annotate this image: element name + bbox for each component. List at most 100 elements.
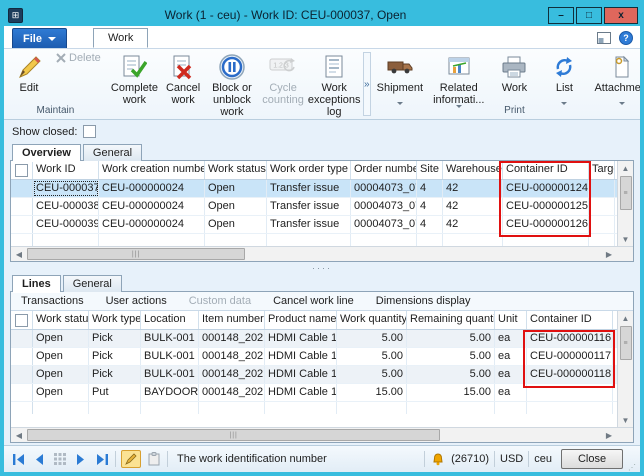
shipment-dropdown-icon[interactable] [397,102,403,116]
resize-grip[interactable]: ⋰ [628,463,636,472]
scroll-right-icon[interactable]: ▶ [601,428,617,442]
company-indicator[interactable]: ceu [534,453,552,465]
grid-cell[interactable]: 42 [443,198,503,215]
close-button[interactable]: Close [561,449,623,469]
alerts-bell-icon[interactable] [430,451,446,467]
table-row[interactable]: OpenPickBULK-001000148_202HDMI Cable 12'… [11,330,617,348]
grid-cell[interactable]: 5.00 [407,348,495,365]
scroll-down-icon[interactable]: ▼ [618,413,633,427]
tab-general-upper[interactable]: General [83,144,142,161]
table-row[interactable]: OpenPutBAYDOOR000148_202HDMI Cable 12'15… [11,384,617,402]
grid-cell[interactable]: HDMI Cable 12' [265,366,337,383]
table-row[interactable]: OpenPickBULK-001000148_202HDMI Cable 12'… [11,348,617,366]
close-window-button[interactable]: x [604,7,638,24]
alerts-count[interactable]: (26710) [451,453,489,465]
scroll-left-icon[interactable]: ◀ [11,247,27,261]
grid-cell[interactable]: CEU-000000126 [503,216,589,233]
column-header[interactable]: Container ID [503,161,589,179]
column-header[interactable]: Targe [589,161,615,179]
grid-cell[interactable]: 42 [443,180,503,197]
user-actions-button[interactable]: User actions [106,295,167,307]
grid-cell[interactable]: 00004073_078 [351,198,417,215]
grid-cell[interactable]: CEU-000000118 [527,366,613,383]
row-selector[interactable] [11,348,33,365]
column-header[interactable]: Work creation number [99,161,205,179]
pane-splitter[interactable]: ···· [10,262,634,273]
grid-cell[interactable]: 42 [443,216,503,233]
column-header[interactable]: Work type [89,311,141,329]
row-selector[interactable] [11,216,33,233]
tab-general-lower[interactable]: General [63,275,122,292]
scroll-down-icon[interactable]: ▼ [618,232,633,246]
work-exceptions-log-button[interactable]: Work exceptions log [308,50,360,120]
grid-cell[interactable]: CEU-000000024 [99,180,205,197]
table-row[interactable]: OpenPickBULK-001000148_202HDMI Cable 12'… [11,366,617,384]
help-icon[interactable]: ? [618,30,634,46]
table-row[interactable]: CEU-000037CEU-000000024OpenTransfer issu… [11,180,617,198]
attachments-button[interactable]: Attachme... [591,50,644,96]
grid-cell[interactable]: 15.00 [337,384,407,401]
select-all-checkbox[interactable] [11,311,33,329]
grid-cell[interactable]: ea [495,330,527,347]
print-work-button[interactable]: Work [491,50,537,96]
related-information-button[interactable]: Related informati... [430,50,487,108]
grid-cell[interactable]: 4 [417,216,443,233]
grid-cell[interactable]: BULK-001 [141,366,199,383]
grid-cell[interactable]: ea [495,384,527,401]
grid-cell[interactable]: Put [89,384,141,401]
lower-horizontal-scrollbar[interactable]: ◀ ||| ▶ [11,427,633,442]
grid-cell[interactable]: CEU-000000117 [527,348,613,365]
column-header[interactable]: Site [417,161,443,179]
upper-vertical-scrollbar[interactable]: ▲ ≡ ▼ [617,161,633,246]
grid-cell[interactable]: Open [33,330,89,347]
grid-cell[interactable]: 00004073_078 [351,180,417,197]
scrollbar-thumb[interactable]: ≡ [620,176,632,210]
layout-icon[interactable] [596,30,612,46]
tab-lines[interactable]: Lines [12,275,61,292]
scroll-up-icon[interactable]: ▲ [618,311,633,325]
grid-cell[interactable]: CEU-000000024 [99,198,205,215]
grid-cell[interactable]: Open [205,216,267,233]
scroll-right-icon[interactable]: ▶ [601,247,617,261]
grid-cell[interactable]: 000148_202 [199,366,265,383]
grid-cell[interactable]: Transfer issue [267,180,351,197]
column-header[interactable]: Work status [205,161,267,179]
grid-cell[interactable]: 000148_202 [199,330,265,347]
grid-cell[interactable]: Open [33,366,89,383]
next-record-icon[interactable] [73,451,89,467]
attachments-dropdown-icon[interactable] [619,102,625,116]
column-header[interactable]: Work ID [33,161,99,179]
cancel-work-button[interactable]: Cancel work [160,50,206,108]
grid-cell[interactable]: Pick [89,366,141,383]
grid-cell[interactable] [589,180,615,197]
row-selector[interactable] [11,330,33,347]
list-dropdown-icon[interactable] [561,102,567,116]
column-header[interactable]: Remaining quantity [407,311,495,329]
grid-cell[interactable]: Pick [89,330,141,347]
grid-cell[interactable]: ea [495,348,527,365]
column-header[interactable]: Work status [33,311,89,329]
ribbon-overflow-button[interactable]: » [363,52,371,116]
grid-cell[interactable]: 5.00 [407,366,495,383]
tab-work[interactable]: Work [93,28,148,48]
table-row[interactable]: CEU-000038CEU-000000024OpenTransfer issu… [11,198,617,216]
table-row[interactable]: CEU-000039CEU-000000024OpenTransfer issu… [11,216,617,234]
grid-cell[interactable]: CEU-000039 [33,216,99,233]
column-header[interactable]: Order number [351,161,417,179]
grid-cell[interactable] [589,198,615,215]
grid-cell[interactable]: CEU-000037 [33,180,99,197]
grid-cell[interactable]: Transfer issue [267,198,351,215]
title-bar[interactable]: ⊞ Work (1 - ceu) - Work ID: CEU-000037, … [4,4,640,26]
grid-cell[interactable]: Pick [89,348,141,365]
row-selector[interactable] [11,180,33,197]
scroll-left-icon[interactable]: ◀ [11,428,27,442]
grid-cell[interactable]: Open [205,198,267,215]
dimensions-display-button[interactable]: Dimensions display [376,295,471,307]
show-closed-checkbox[interactable] [83,125,96,138]
transactions-button[interactable]: Transactions [21,295,84,307]
row-selector[interactable] [11,198,33,215]
grid-cell[interactable]: 00004073_078 [351,216,417,233]
grid-cell[interactable]: 15.00 [407,384,495,401]
row-selector[interactable] [11,384,33,401]
grid-cell[interactable]: Open [33,348,89,365]
